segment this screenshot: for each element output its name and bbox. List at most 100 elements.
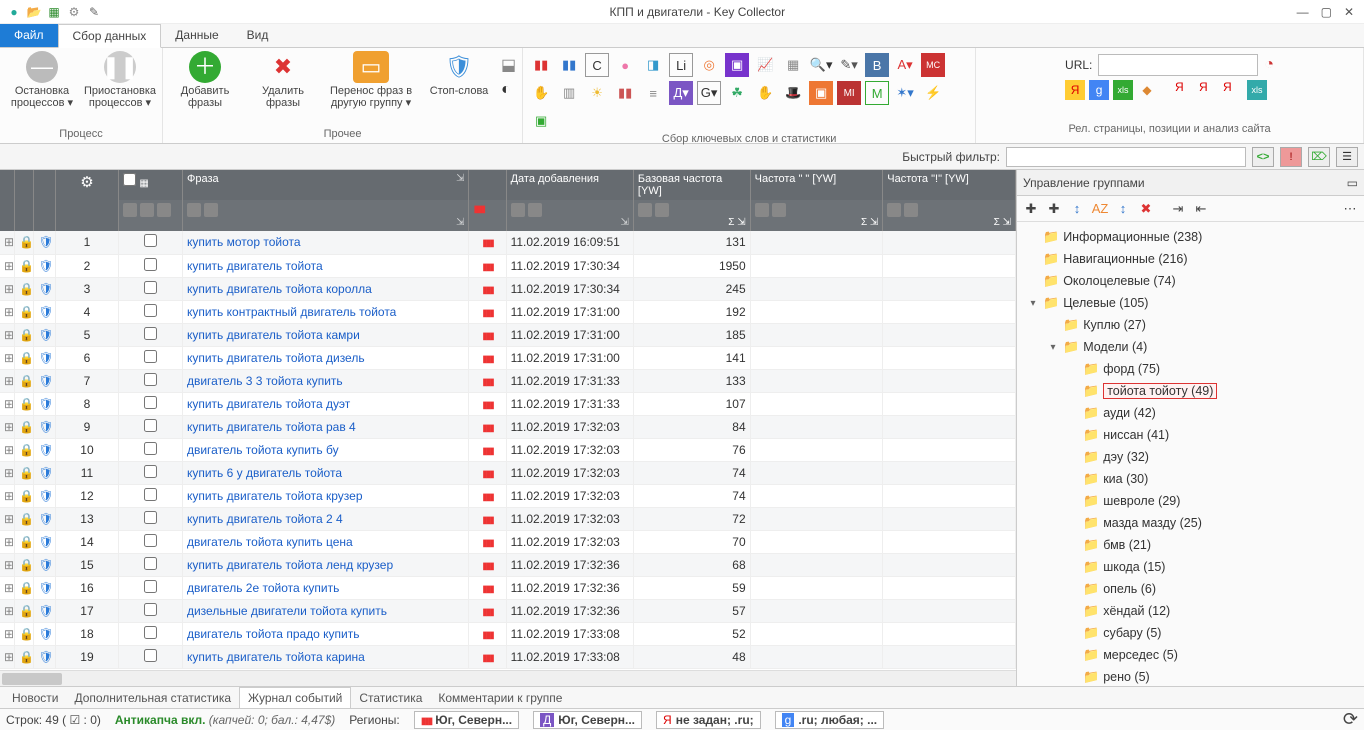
hand-orange-icon[interactable]: ✋	[529, 81, 553, 105]
phrase-cell[interactable]: купить двигатель тойота дуэт	[182, 392, 469, 415]
filter-apply-button[interactable]: <>	[1252, 147, 1274, 167]
sort-az-icon[interactable]: AZ	[1090, 199, 1110, 219]
tree-node[interactable]: 📁ниссан (41)	[1021, 424, 1360, 446]
row-checkbox-cell[interactable]	[119, 392, 183, 415]
col-phrase-header[interactable]: Фраза⇲	[182, 170, 469, 200]
chart-icon[interactable]: 📈	[753, 53, 777, 77]
open-icon[interactable]: 📂	[26, 4, 42, 20]
row-checkbox-cell[interactable]	[119, 231, 183, 254]
row-checkbox-cell[interactable]	[119, 369, 183, 392]
xls1-icon[interactable]: xls	[1113, 80, 1133, 100]
tree-node[interactable]: 📁шевроле (29)	[1021, 490, 1360, 512]
contrast-icon[interactable]: ◐	[501, 81, 516, 99]
phrase-cell[interactable]: купить контрактный двигатель тойота	[182, 300, 469, 323]
tree-node[interactable]: 📁Куплю (27)	[1021, 314, 1360, 336]
add-subgroup-icon[interactable]: ✚	[1044, 199, 1064, 219]
groups-tree[interactable]: 📁Информационные (238)📁Навигационные (216…	[1017, 222, 1364, 686]
table-row[interactable]: ⊞🔒🛡1купить мотор тойота11.02.2019 16:09:…	[0, 231, 1016, 254]
target-icon[interactable]: ◎	[697, 53, 721, 77]
expand-icon[interactable]: ⊞	[0, 392, 15, 415]
phrase-cell[interactable]: двигатель 2е тойота купить	[182, 576, 469, 599]
sort-za-icon[interactable]: ↕	[1113, 199, 1133, 219]
tab-data[interactable]: Данные	[161, 24, 232, 47]
phrase-cell[interactable]: двигатель тойота купить бу	[182, 438, 469, 461]
ya3-icon[interactable]: Я	[1223, 80, 1243, 100]
tree-node[interactable]: 📁субару (5)	[1021, 622, 1360, 644]
table-row[interactable]: ⊞🔒🛡9купить двигатель тойота рав 411.02.2…	[0, 415, 1016, 438]
table-row[interactable]: ⊞🔒🛡13купить двигатель тойота 2 411.02.20…	[0, 507, 1016, 530]
row-checkbox-cell[interactable]	[119, 622, 183, 645]
bottom-tab-journal[interactable]: Журнал событий	[239, 687, 351, 708]
phrase-cell[interactable]: купить двигатель тойота дизель	[182, 346, 469, 369]
table-row[interactable]: ⊞🔒🛡4купить контрактный двигатель тойота1…	[0, 300, 1016, 323]
gear-icon[interactable]: ⚙	[66, 4, 82, 20]
bottom-tab-news[interactable]: Новости	[4, 688, 66, 708]
expand-icon[interactable]: ⊞	[0, 323, 15, 346]
expand-icon[interactable]: ⊞	[0, 231, 15, 254]
row-checkbox-cell[interactable]	[119, 576, 183, 599]
sun-icon[interactable]: ☀	[585, 81, 609, 105]
region-chip-4[interactable]: g.ru; любая; ...	[775, 711, 884, 729]
expand-icon[interactable]: ⊞	[0, 346, 15, 369]
expand-icon[interactable]: ⊞	[0, 622, 15, 645]
purple-box-icon[interactable]: ▣	[725, 53, 749, 77]
maximize-button[interactable]: ▢	[1321, 5, 1332, 19]
url-input[interactable]	[1098, 54, 1258, 76]
expand-icon[interactable]: ⊞	[0, 645, 15, 668]
table-row[interactable]: ⊞🔒🛡5купить двигатель тойота камри11.02.2…	[0, 323, 1016, 346]
bars-cell[interactable]	[469, 599, 506, 622]
a-icon[interactable]: A▾	[893, 53, 917, 77]
m-icon[interactable]: M	[865, 81, 889, 105]
row-checkbox-cell[interactable]	[119, 254, 183, 277]
mc-icon[interactable]: MC	[921, 53, 945, 77]
row-checkbox-cell[interactable]	[119, 415, 183, 438]
row-checkbox[interactable]	[144, 557, 157, 570]
bolt-icon[interactable]: ⚡	[921, 81, 945, 105]
row-checkbox-cell[interactable]	[119, 277, 183, 300]
tree-node[interactable]: 📁дэу (32)	[1021, 446, 1360, 468]
grid-body[interactable]: ⊞🔒🛡1купить мотор тойота11.02.2019 16:09:…	[0, 231, 1016, 670]
bottom-tab-stat[interactable]: Статистика	[351, 688, 430, 708]
hand-icon[interactable]: ✋	[753, 81, 777, 105]
row-checkbox[interactable]	[144, 534, 157, 547]
row-checkbox[interactable]	[144, 304, 157, 317]
bars-cell[interactable]	[469, 576, 506, 599]
expand-icon[interactable]: ⊞	[0, 484, 15, 507]
row-checkbox[interactable]	[144, 234, 157, 247]
tree-node[interactable]: 📁форд (75)	[1021, 358, 1360, 380]
tree-node[interactable]: 📁шкода (15)	[1021, 556, 1360, 578]
g2-icon[interactable]: Я	[1199, 80, 1219, 100]
bars-cell[interactable]	[469, 530, 506, 553]
table-row[interactable]: ⊞🔒🛡17дизельные двигатели тойота купить11…	[0, 599, 1016, 622]
bars-red-icon[interactable]: ▮▮	[529, 53, 553, 77]
bars-cell[interactable]	[469, 300, 506, 323]
table-row[interactable]: ⊞🔒🛡19купить двигатель тойота карина11.02…	[0, 645, 1016, 668]
move-phrases-button[interactable]: ▭Перенос фраз в другую группу ▾	[325, 51, 417, 109]
row-checkbox-cell[interactable]	[119, 507, 183, 530]
expand-icon[interactable]: ⊞	[0, 369, 15, 392]
table-row[interactable]: ⊞🔒🛡12купить двигатель тойота крузер11.02…	[0, 484, 1016, 507]
phrase-cell[interactable]: купить двигатель тойота	[182, 254, 469, 277]
expand-icon[interactable]: ⊞	[0, 461, 15, 484]
google-icon[interactable]: g	[1089, 80, 1109, 100]
row-checkbox[interactable]	[144, 396, 157, 409]
row-checkbox-cell[interactable]	[119, 530, 183, 553]
pin-icon[interactable]: ⇲	[456, 173, 464, 184]
tree-node[interactable]: 📁Навигационные (216)	[1021, 248, 1360, 270]
tab-collect[interactable]: Сбор данных	[58, 24, 162, 48]
row-checkbox[interactable]	[144, 626, 157, 639]
cards-icon[interactable]: ▮▮	[613, 81, 637, 105]
move-out-icon[interactable]: ⇤	[1191, 199, 1211, 219]
row-checkbox[interactable]	[144, 488, 157, 501]
settings-column-icon[interactable]: ⚙	[80, 174, 93, 191]
stop-words-button[interactable]: 🛡Стоп-слова	[423, 51, 495, 97]
d-icon[interactable]: Д▾	[669, 81, 693, 105]
bars-cell[interactable]	[469, 277, 506, 300]
palette-icon[interactable]: ●	[613, 53, 637, 77]
row-checkbox[interactable]	[144, 649, 157, 662]
table-row[interactable]: ⊞🔒🛡11купить 6 у двигатель тойота11.02.20…	[0, 461, 1016, 484]
bars-blue-icon[interactable]: ▮▮	[557, 53, 581, 77]
close-button[interactable]: ✕	[1344, 5, 1354, 19]
row-checkbox[interactable]	[144, 603, 157, 616]
row-checkbox[interactable]	[144, 580, 157, 593]
